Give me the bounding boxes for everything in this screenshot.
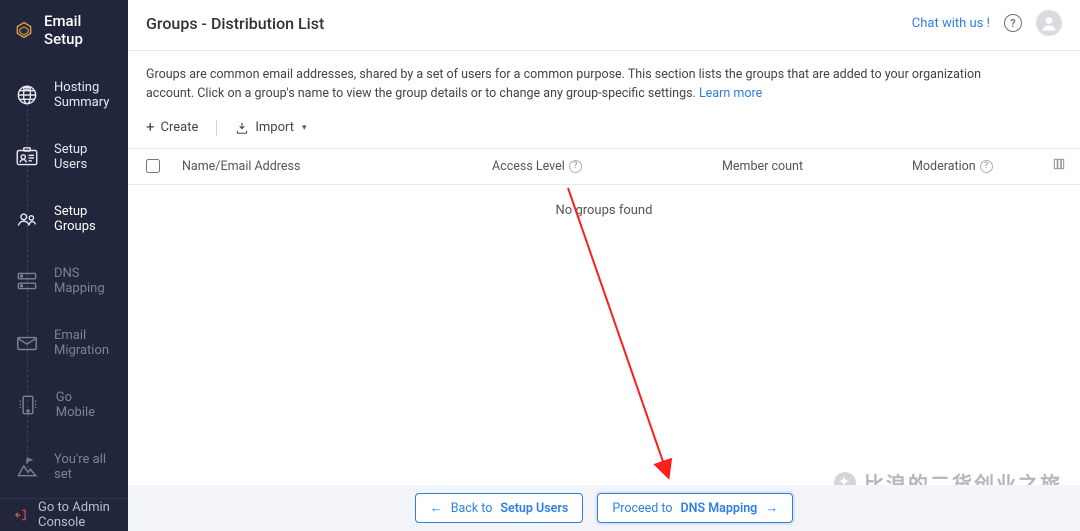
learn-more-link[interactable]: Learn more <box>699 86 762 101</box>
chat-with-us-link[interactable]: Chat with us ! <box>912 16 990 31</box>
help-icon[interactable]: ? <box>980 160 993 173</box>
globe-icon <box>14 81 40 109</box>
sidebar-item-hosting-summary[interactable]: Hosting Summary <box>0 64 128 126</box>
col-access-label: Access Level <box>492 159 565 174</box>
back-button[interactable]: ← Back to Setup Users <box>415 493 584 523</box>
proceed-bold: DNS Mapping <box>681 501 758 516</box>
col-moderation[interactable]: Moderation ? <box>912 159 1062 174</box>
divider <box>216 120 217 136</box>
top-actions: Chat with us ! ? <box>912 10 1062 36</box>
footer-bar: ← Back to Setup Users Proceed to DNS Map… <box>128 485 1080 531</box>
dns-icon <box>14 267 40 295</box>
import-icon <box>235 121 249 135</box>
flag-peak-icon <box>14 453 40 481</box>
chevron-down-icon: ▾ <box>302 123 307 133</box>
column-settings-icon[interactable] <box>1052 157 1066 175</box>
page-title: Groups - Distribution List <box>146 14 324 33</box>
import-button[interactable]: Import ▾ <box>235 120 306 135</box>
proceed-prefix: Proceed to <box>612 501 672 516</box>
sidebar-item-setup-groups[interactable]: Setup Groups <box>0 188 128 250</box>
sidebar-steps: Hosting Summary Setup Users <box>0 64 128 498</box>
app-logo-icon <box>14 19 34 41</box>
help-icon[interactable]: ? <box>1004 14 1022 32</box>
sidebar-item-go-mobile[interactable]: Go Mobile <box>0 374 128 436</box>
sidebar-footer-label: Go to Admin Console <box>38 500 114 530</box>
back-prefix: Back to <box>451 501 493 516</box>
mobile-icon <box>14 391 42 419</box>
sidebar-item-label: Setup Groups <box>54 204 114 234</box>
col-name[interactable]: Name/Email Address <box>182 159 492 174</box>
help-icon[interactable]: ? <box>569 160 582 173</box>
toolbar: + Create Import ▾ <box>128 110 1080 148</box>
create-button[interactable]: + Create <box>146 120 198 135</box>
col-moderation-label: Moderation <box>912 159 976 174</box>
sidebar-item-label: Hosting Summary <box>54 80 114 110</box>
plus-icon: + <box>146 120 155 135</box>
arrow-left-icon: ← <box>430 500 443 516</box>
users-group-icon <box>14 205 40 233</box>
sidebar-title: Email Setup <box>44 12 114 48</box>
sidebar-item-label: Email Migration <box>54 328 114 358</box>
arrow-right-icon: → <box>765 500 778 516</box>
sidebar-item-label: DNS Mapping <box>54 266 114 296</box>
sidebar: Email Setup Hosting Summary <box>0 0 128 531</box>
sidebar-item-label: Setup Users <box>54 142 114 172</box>
id-card-icon <box>14 143 40 171</box>
sidebar-item-label: You're all set <box>54 452 114 482</box>
create-label: Create <box>161 120 199 135</box>
import-label: Import <box>255 120 294 135</box>
sidebar-item-dns-mapping[interactable]: DNS Mapping <box>0 250 128 312</box>
go-to-admin-console[interactable]: Go to Admin Console <box>0 498 128 531</box>
main: Groups - Distribution List Chat with us … <box>128 0 1080 531</box>
proceed-button[interactable]: Proceed to DNS Mapping → <box>597 493 793 523</box>
sidebar-item-email-migration[interactable]: Email Migration <box>0 312 128 374</box>
table-header: Name/Email Address Access Level ? Member… <box>128 148 1080 185</box>
exit-icon <box>14 507 28 523</box>
select-all-checkbox[interactable] <box>146 159 160 173</box>
sidebar-item-setup-users[interactable]: Setup Users <box>0 126 128 188</box>
col-member[interactable]: Member count <box>722 159 912 174</box>
back-bold: Setup Users <box>500 501 568 516</box>
envelope-icon <box>14 329 40 357</box>
topbar: Groups - Distribution List Chat with us … <box>128 0 1080 51</box>
avatar[interactable] <box>1036 10 1062 36</box>
col-access[interactable]: Access Level ? <box>492 159 722 174</box>
empty-state: No groups found <box>128 185 1080 236</box>
sidebar-item-all-set[interactable]: You're all set <box>0 436 128 498</box>
select-all-cell <box>146 159 182 173</box>
sidebar-header: Email Setup <box>0 0 128 64</box>
sidebar-item-label: Go Mobile <box>56 390 114 420</box>
description: Groups are common email addresses, share… <box>128 51 1008 110</box>
description-text: Groups are common email addresses, share… <box>146 67 981 101</box>
